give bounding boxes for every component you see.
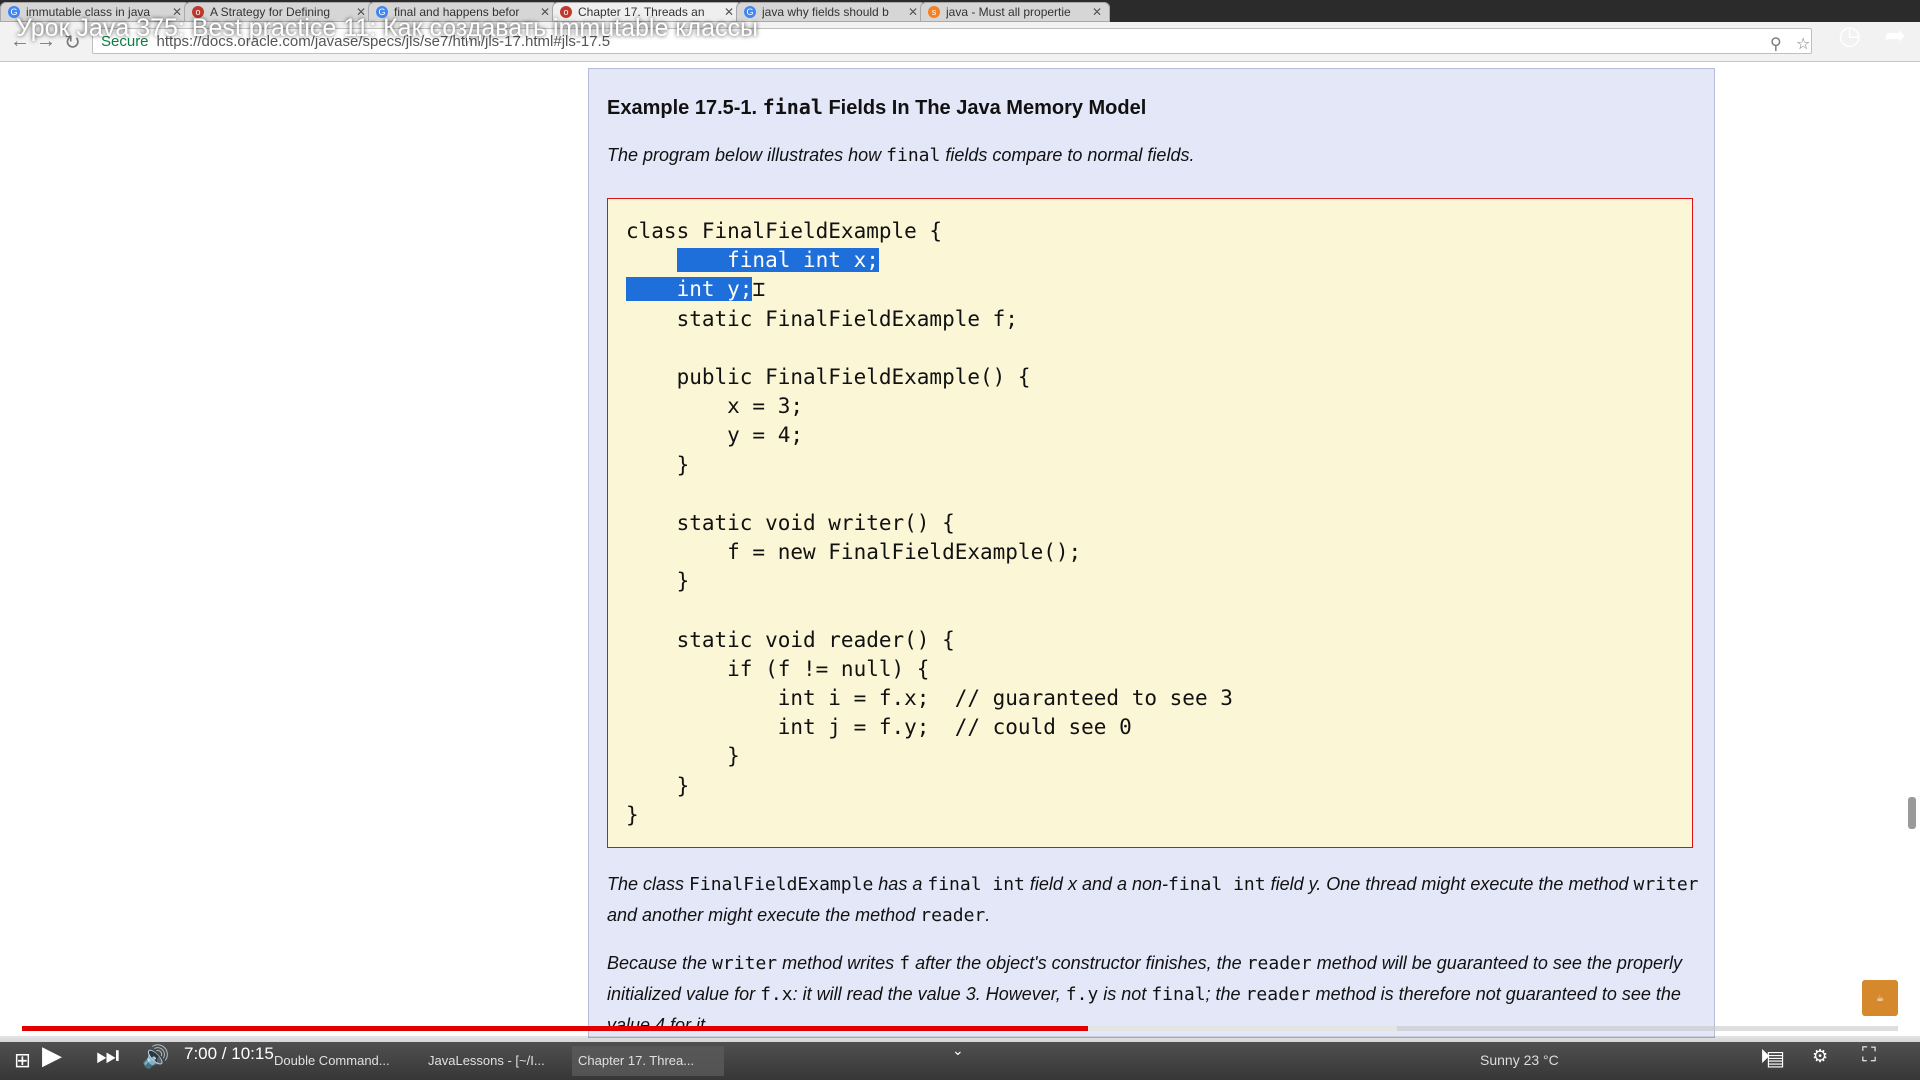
browser-tab[interactable]: s java - Must all propertie ✕ xyxy=(920,2,1110,22)
para-code: writer xyxy=(1633,874,1699,895)
subtitles-icon[interactable]: ▤ xyxy=(1766,1046,1785,1071)
weather-widget[interactable]: Sunny 23 °C xyxy=(1480,1052,1559,1068)
para-code: reader xyxy=(1245,984,1311,1005)
play-icon[interactable]: ▶ xyxy=(42,1040,62,1071)
code-line: x = 3; xyxy=(626,394,804,419)
code-line: static void writer() { xyxy=(626,510,955,535)
code-line: int j = f.y; // could see 0 xyxy=(626,715,1132,740)
para-text: has a xyxy=(878,874,923,894)
para-text: is not xyxy=(1103,984,1147,1004)
intro-text: fields compare to normal fields. xyxy=(945,145,1195,165)
para-text: . xyxy=(985,905,991,925)
para-code: final int xyxy=(927,874,1025,895)
para-code: f xyxy=(899,953,911,974)
example-title-prefix: Example 17.5-1. xyxy=(607,97,758,119)
taskbar-item[interactable]: Double Command... xyxy=(268,1046,418,1076)
example-title: Example 17.5-1. final Fields In The Java… xyxy=(607,95,1146,120)
code-line: if (f != null) { xyxy=(626,656,930,681)
code-line: } xyxy=(626,773,690,798)
code-line: class FinalFieldExample { xyxy=(626,219,943,243)
close-tab-icon[interactable]: ✕ xyxy=(1092,5,1102,19)
code-line: f = new FinalFieldExample(); xyxy=(626,540,1082,565)
para-text: Because the xyxy=(607,953,708,973)
text-cursor-icon: ⌶ xyxy=(752,277,766,302)
video-top-actions: ◷ ➦ xyxy=(1822,20,1906,51)
video-title: Урок Java 375: Best practice 11: Как соз… xyxy=(16,14,758,42)
progress-played xyxy=(22,1026,1088,1031)
code-line: int i = f.x; // guaranteed to see 3 xyxy=(626,686,1233,710)
intro-code: final xyxy=(886,145,941,166)
tab-label: java why fields should b xyxy=(762,5,889,19)
code-line: } xyxy=(626,569,690,594)
code-line-selected: final int x; xyxy=(626,246,1233,275)
para-code: f.x xyxy=(760,984,793,1005)
stackoverflow-icon: s xyxy=(928,6,940,18)
para-code: f.y xyxy=(1065,984,1099,1005)
code-block[interactable]: class FinalFieldExample { final int x; i… xyxy=(607,198,1693,848)
code-line: } xyxy=(626,452,690,477)
video-progress-bar[interactable] xyxy=(22,1026,1898,1031)
example-intro: The program below illustrates how final … xyxy=(607,145,1194,166)
para-text: and another might execute the method xyxy=(607,905,916,925)
taskbar-item-active[interactable]: Chapter 17. Threa... xyxy=(572,1046,724,1076)
close-tab-icon[interactable]: ✕ xyxy=(908,5,918,19)
code-line-selected: int y;⌶ xyxy=(626,275,1233,304)
example-block: Example 17.5-1. final Fields In The Java… xyxy=(588,68,1715,1038)
para-text: : it will read the value 3. However, xyxy=(792,984,1061,1004)
para-code: final xyxy=(1151,984,1206,1005)
start-menu-icon[interactable]: ⊞ xyxy=(14,1048,31,1073)
fullscreen-icon[interactable]: ⛶ xyxy=(1862,1044,1876,1067)
bookmark-star-icon[interactable]: ☆ xyxy=(1796,34,1810,54)
para-text: field xyxy=(1029,874,1063,894)
example-title-suffix: Fields In The Java Memory Model xyxy=(828,97,1147,119)
example-title-code: final xyxy=(762,95,823,119)
zoom-icon[interactable]: ⚲ xyxy=(1770,34,1782,54)
para-code: reader xyxy=(920,905,986,926)
volume-icon[interactable]: 🔊 xyxy=(142,1044,169,1070)
taskbar-item[interactable]: JavaLessons - [~/I... xyxy=(422,1046,566,1076)
chevron-down-icon[interactable]: ⌄ xyxy=(952,1042,964,1059)
explanation-paragraph: The class FinalFieldExample has a final … xyxy=(607,869,1707,931)
para-text: The class xyxy=(607,874,685,894)
next-icon[interactable]: ⏭ xyxy=(96,1040,119,1072)
para-code: writer xyxy=(712,953,778,974)
watch-later-icon[interactable]: ◷ xyxy=(1838,20,1861,50)
scrollbar-thumb[interactable] xyxy=(1908,797,1916,829)
page-content: Example 17.5-1. final Fields In The Java… xyxy=(0,62,1920,1042)
settings-gear-icon[interactable]: ⚙ xyxy=(1812,1046,1828,1067)
para-text: field y. One thread might execute the me… xyxy=(1270,874,1629,894)
para-text: after the object's constructor finishes,… xyxy=(915,953,1242,973)
video-time: 7:00 / 10:15 xyxy=(184,1044,274,1063)
page-scrollbar[interactable] xyxy=(1906,62,1916,1037)
code-listing: class FinalFieldExample { final int x; i… xyxy=(626,217,1233,830)
code-line: static FinalFieldExample f; xyxy=(626,306,1018,331)
para-code: final int xyxy=(1168,874,1266,895)
selected-text: int y; xyxy=(626,277,753,302)
code-line: } xyxy=(626,744,740,769)
share-icon[interactable]: ➦ xyxy=(1884,20,1906,50)
browser-tab[interactable]: Gjava why fields should b ✕ xyxy=(736,2,926,22)
para-text: ; the xyxy=(1205,984,1241,1004)
intro-text: The program below illustrates how xyxy=(607,145,882,165)
code-line: public FinalFieldExample() { xyxy=(626,364,1031,389)
para-code: reader xyxy=(1246,953,1312,974)
para-text: method writes xyxy=(782,953,895,973)
code-line: y = 4; xyxy=(626,423,804,448)
code-line: } xyxy=(626,802,639,827)
para-text: x and a non- xyxy=(1067,874,1169,894)
code-line: static void reader() { xyxy=(626,627,955,652)
java-logo-icon: ☕ xyxy=(1862,980,1898,1016)
selected-text: final int x; xyxy=(676,248,879,273)
tab-label: java - Must all propertie xyxy=(946,5,1071,19)
para-code: FinalFieldExample xyxy=(689,874,874,895)
